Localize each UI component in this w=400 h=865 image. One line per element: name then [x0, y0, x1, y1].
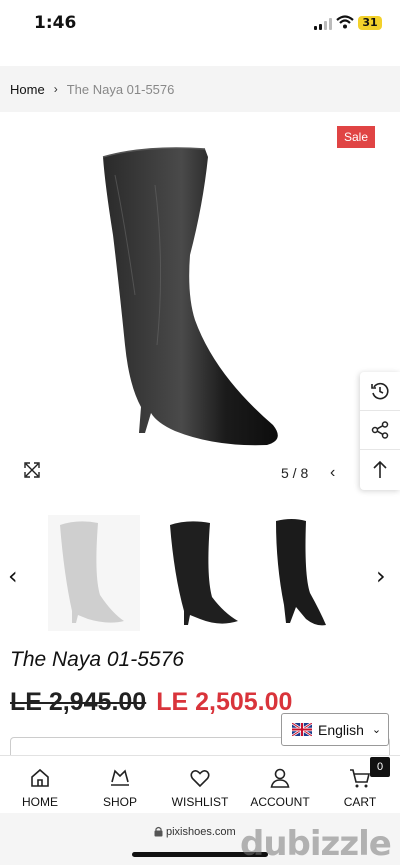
breadcrumb: Home › The Naya 01-5576 — [0, 66, 400, 112]
lock-icon — [154, 826, 163, 837]
bottom-nav: HOME SHOP WISHLIST ACCOUNT CART — [0, 755, 400, 813]
expand-icon[interactable] — [24, 462, 40, 478]
product-main-image[interactable] — [95, 145, 295, 450]
watermark-logo: dubizzle — [240, 824, 392, 864]
gallery-prev-button[interactable]: ‹ — [330, 464, 335, 482]
nav-wishlist[interactable]: WISHLIST — [160, 756, 240, 813]
nav-wishlist-label: WISHLIST — [171, 795, 229, 809]
arrow-up-icon — [373, 460, 387, 478]
battery-indicator: 31 — [358, 16, 382, 30]
cart-icon — [350, 769, 371, 788]
share-button[interactable] — [360, 411, 400, 450]
cart-count-badge: 0 — [370, 757, 390, 777]
thumbs-prev-button[interactable]: ‹ — [8, 562, 18, 590]
history-icon — [371, 382, 389, 400]
nav-account-label: ACCOUNT — [250, 795, 310, 809]
chevron-down-icon: ⌄ — [371, 724, 382, 736]
side-toolbar — [360, 372, 400, 490]
language-select[interactable]: English ⌄ — [281, 713, 389, 746]
price-sale: LE 2,505.00 — [156, 688, 293, 716]
signal-icon — [314, 18, 332, 30]
nav-account[interactable]: ACCOUNT — [240, 756, 320, 813]
shop-icon — [111, 769, 129, 786]
nav-shop-label: SHOP — [102, 795, 137, 809]
status-time: 1:46 — [34, 13, 77, 33]
product-title: The Naya 01-5576 — [10, 648, 184, 671]
nav-cart-label: CART — [343, 795, 377, 809]
scroll-top-button[interactable] — [360, 450, 400, 489]
history-button[interactable] — [360, 372, 400, 411]
chevron-right-icon: › — [53, 82, 58, 96]
image-counter: 5 / 8 — [281, 465, 309, 481]
price-original: LE 2,945.00 — [10, 688, 147, 716]
home-icon — [31, 768, 49, 787]
breadcrumb-home-link[interactable]: Home — [10, 82, 45, 97]
price-row: LE 2,945.00 LE 2,505.00 — [10, 688, 292, 717]
sale-badge: Sale — [337, 126, 375, 148]
uk-flag-icon — [292, 723, 312, 736]
nav-shop[interactable]: SHOP — [80, 756, 160, 813]
thumbs-next-button[interactable]: › — [376, 562, 386, 590]
nav-home-label: HOME — [22, 795, 58, 809]
heart-icon — [190, 770, 210, 788]
thumbnail-2[interactable] — [160, 515, 252, 631]
wifi-icon — [336, 15, 354, 29]
nav-home[interactable]: HOME — [0, 756, 80, 813]
thumbnail-3[interactable] — [262, 515, 354, 631]
share-icon — [371, 421, 389, 439]
language-label: English — [318, 721, 364, 738]
url-text[interactable]: pixishoes.com — [166, 826, 236, 838]
status-bar: 1:46 31 — [0, 0, 400, 46]
user-icon — [270, 768, 290, 788]
breadcrumb-current: The Naya 01-5576 — [66, 81, 175, 97]
thumbnail-1[interactable] — [48, 515, 140, 631]
